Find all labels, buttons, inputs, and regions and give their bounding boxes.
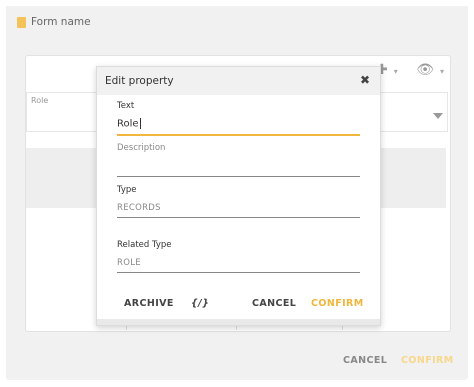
- description-underline: [117, 176, 360, 177]
- description-field-label: Description: [117, 143, 166, 153]
- related-type-value[interactable]: ROLE: [117, 258, 141, 268]
- type-value[interactable]: RECORDS: [117, 203, 161, 213]
- text-input-value: Role: [117, 118, 139, 130]
- outer-cancel-button[interactable]: CANCEL: [343, 355, 387, 366]
- related-type-field[interactable]: Related Type ROLE: [117, 240, 360, 276]
- outer-confirm-button[interactable]: CONFIRM: [401, 355, 454, 366]
- role-field-label: Role: [31, 96, 49, 105]
- text-field-label: Text: [117, 101, 135, 111]
- related-type-field-label: Related Type: [117, 240, 172, 250]
- document-icon: [17, 17, 26, 28]
- text-input[interactable]: Role: [117, 118, 141, 130]
- chevron-down-icon[interactable]: ▾: [440, 67, 444, 76]
- dropdown-arrow-icon[interactable]: [433, 113, 443, 119]
- description-field[interactable]: Description: [117, 143, 360, 179]
- type-field[interactable]: Type RECORDS: [117, 185, 360, 221]
- dialog-actions: ARCHIVE {/} CANCEL CONFIRM: [97, 295, 380, 317]
- chevron-down-icon[interactable]: ▾: [394, 67, 398, 76]
- text-cursor: [139, 118, 141, 129]
- toolbar-actions: ✚ ▾ 👁 ▾: [376, 62, 450, 78]
- archive-button[interactable]: ARCHIVE: [124, 298, 174, 309]
- cancel-button[interactable]: CANCEL: [252, 298, 296, 309]
- confirm-button[interactable]: CONFIRM: [311, 298, 364, 309]
- form-title: Form name: [31, 16, 91, 28]
- related-type-underline: [117, 272, 360, 273]
- text-field[interactable]: Text Role: [117, 101, 360, 137]
- form-header: Form name: [6, 6, 468, 40]
- dialog-header: Edit property ✖: [97, 67, 380, 95]
- type-underline: [117, 217, 360, 218]
- close-icon[interactable]: ✖: [360, 73, 370, 87]
- dialog-title: Edit property: [105, 75, 174, 87]
- edit-property-dialog: Edit property ✖ Text Role Description Ty…: [96, 66, 381, 326]
- dialog-bottom-bar: [97, 319, 380, 325]
- code-view-button[interactable]: {/}: [191, 298, 209, 309]
- text-input-underline: [117, 134, 360, 136]
- type-field-label: Type: [117, 185, 137, 195]
- eye-icon[interactable]: 👁: [416, 62, 434, 78]
